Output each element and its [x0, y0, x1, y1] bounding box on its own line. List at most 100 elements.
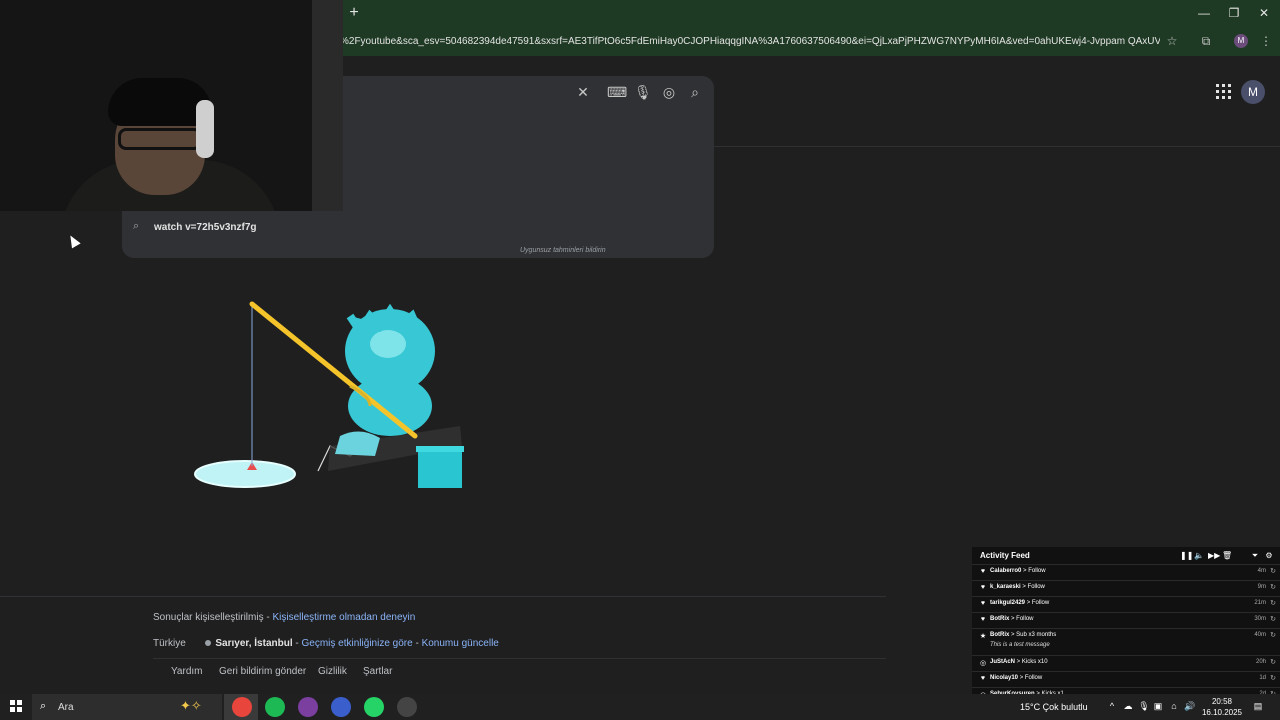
location-label: Sarıyer, İstanbul: [215, 638, 293, 649]
clear-icon[interactable]: ✕: [575, 84, 591, 101]
suggestion-text: watch v=72h5v3nzf7g: [154, 222, 257, 233]
address-bar[interactable]: %2Fyoutube&sca_esv=504682394de47591&sxsr…: [340, 36, 1160, 47]
activity-feed-time: 4m: [1257, 568, 1266, 574]
activity-feed-user: BotRix: [990, 616, 1010, 622]
cloud-icon[interactable]: ☁: [1122, 701, 1134, 712]
camera-lens-icon[interactable]: ◎: [661, 84, 677, 101]
exo-icon[interactable]: [298, 697, 318, 717]
account-avatar[interactable]: M: [1241, 80, 1265, 104]
replay-icon[interactable]: ↻: [1270, 567, 1276, 575]
close-button[interactable]: ✕: [1256, 6, 1272, 20]
mic-tray-icon[interactable]: 🎙: [1138, 701, 1150, 712]
taskbar-clock[interactable]: 20:58 16.10.2025: [1200, 696, 1244, 718]
chrome-icon[interactable]: [232, 697, 252, 717]
activity-feed-action: > Follow: [1020, 584, 1045, 590]
activity-feed-user: tarikgul2429: [990, 600, 1026, 606]
replay-icon[interactable]: ↻: [1270, 615, 1276, 623]
tray-app-icon[interactable]: ▣: [1152, 701, 1164, 712]
activity-feed-action: > Follow: [1021, 568, 1046, 574]
footer-divider: [0, 596, 886, 597]
activity-feed-title: Activity Feed: [980, 551, 1030, 560]
activity-feed-action: > Follow: [1018, 675, 1043, 681]
trash-icon[interactable]: 🗑: [1222, 551, 1232, 560]
volume-icon[interactable]: 🔈: [1194, 551, 1204, 560]
activity-feed-time: 20h: [1255, 659, 1266, 665]
spotify-icon[interactable]: [265, 697, 285, 717]
activity-feed-row: ♥ BotRix > Follow 30m ↻: [972, 612, 1280, 628]
obs-icon[interactable]: [397, 697, 417, 717]
notifications-icon[interactable]: ▤: [1252, 701, 1264, 712]
webcam-overlay: [0, 0, 343, 211]
browser-profile-avatar[interactable]: M: [1234, 34, 1248, 48]
filter-icon[interactable]: ⏷: [1250, 551, 1260, 561]
tray-overflow-icon[interactable]: ^: [1106, 701, 1118, 711]
replay-icon[interactable]: ↻: [1270, 599, 1276, 607]
country-label: Türkiye: [153, 638, 186, 649]
windows-start-icon[interactable]: [10, 700, 22, 712]
menu-kebab-icon[interactable]: ⋮: [1258, 34, 1274, 48]
settings-gear-icon[interactable]: ⚙: [1264, 551, 1274, 560]
network-icon[interactable]: ⌂: [1168, 701, 1180, 711]
activity-feed-message: k_karaeski > Follow: [990, 584, 1045, 590]
try-without-personalization-link[interactable]: Kişiselleştirme olmadan deneyin: [272, 612, 415, 623]
taskbar-search-box[interactable]: ⌕ Ara ✦✧: [32, 694, 222, 720]
clock-time: 20:58: [1211, 697, 1233, 706]
search-icon[interactable]: ⌕: [687, 84, 703, 101]
activity-feed-message: tarikgul2429 > Follow: [990, 600, 1049, 606]
personalized-results-row: Sonuçlar kişiselleştirilmiş - Kişiselleş…: [153, 612, 415, 623]
clock-date: 16.10.2025: [1201, 708, 1243, 717]
history-based-link[interactable]: Geçmiş etkinliğinize göre: [302, 638, 413, 649]
replay-icon[interactable]: ↻: [1270, 658, 1276, 666]
taskbar-search-icon: ⌕: [40, 700, 47, 712]
activity-feed-row: ★ BotRix > Sub x3 months This is a test me…: [972, 628, 1280, 655]
footer-link-help[interactable]: Yardım: [171, 666, 203, 677]
replay-icon[interactable]: ↻: [1270, 631, 1276, 639]
keyboard-icon[interactable]: ⌨: [607, 84, 627, 101]
microphone-icon[interactable]: 🎙: [634, 84, 652, 101]
activity-feed-message: BotRix > Follow: [990, 616, 1034, 622]
footer-link-terms[interactable]: Şartlar: [363, 666, 392, 677]
activity-feed-test-message: This is a test message: [990, 642, 1050, 648]
bookmark-star-icon[interactable]: ☆: [1164, 34, 1180, 48]
heart-icon: ♥: [980, 600, 986, 607]
activity-feed-message: Nicolay10 > Follow: [990, 675, 1042, 681]
extensions-icon[interactable]: ⧉: [1198, 34, 1214, 49]
replay-icon[interactable]: ↻: [1270, 583, 1276, 591]
star-icon: ★: [979, 633, 987, 640]
activity-feed-time: 40m: [1254, 632, 1266, 638]
report-predictions-link[interactable]: Uygunsuz tahminleri bildirin: [520, 247, 606, 254]
update-location-link[interactable]: Konumu güncelle: [422, 638, 499, 649]
search-suggestion[interactable]: ⌕ watch v=72h5v3nzf7g: [122, 214, 714, 242]
replay-icon[interactable]: ↻: [1270, 674, 1276, 682]
suggestion-search-icon: ⌕: [133, 220, 140, 232]
kick-icon: ◎: [979, 660, 987, 667]
footer-link-feedback[interactable]: Geri bildirim gönder: [219, 666, 306, 677]
windows-taskbar: ⌕ Ara ✦✧ 15°C Çok bulutlu ^ ☁ 🎙 ▣ ⌂ 🔊 20…: [0, 694, 1280, 720]
skip-icon[interactable]: ▶▶: [1208, 551, 1220, 560]
activity-feed-user: Calaberro0: [990, 568, 1022, 574]
copilot-sparkle-icon[interactable]: ✦✧: [180, 698, 202, 714]
webcam-headphones: [196, 100, 214, 158]
google-apps-icon[interactable]: [1216, 84, 1232, 100]
heart-icon: ♥: [980, 568, 986, 575]
webcam-curtain: [312, 0, 343, 211]
footer-link-privacy[interactable]: Gizlilik: [318, 666, 347, 677]
update-separator: -: [412, 638, 422, 649]
pause-icon[interactable]: ❚❚: [1180, 551, 1193, 560]
restore-button[interactable]: ❐: [1226, 6, 1242, 20]
activity-feed-message: JuStAcN > Kicks x10: [990, 659, 1048, 665]
activity-feed-row: ♥ k_karaeski > Follow 9m ↻: [972, 580, 1280, 596]
speaker-icon[interactable]: 🔊: [1184, 701, 1196, 712]
webcam-person-glasses: [118, 128, 202, 150]
location-separator: -: [292, 638, 302, 649]
minimize-button[interactable]: —: [1196, 6, 1212, 20]
activity-feed-time: 1d: [1259, 675, 1266, 681]
activity-feed-row: ♥ Nicolay10 > Follow 1d ↻: [972, 671, 1280, 687]
weather-widget[interactable]: 15°C Çok bulutlu: [1020, 702, 1088, 712]
generic-app-icon[interactable]: [331, 697, 351, 717]
new-tab-button[interactable]: +: [346, 5, 362, 21]
whatsapp-icon[interactable]: [364, 697, 384, 717]
activity-feed-message: Calaberro0 > Follow: [990, 568, 1046, 574]
activity-feed-row: ♥ Calaberro0 > Follow 4m ↻: [972, 564, 1280, 580]
activity-feed-user: BotRix: [990, 632, 1010, 638]
